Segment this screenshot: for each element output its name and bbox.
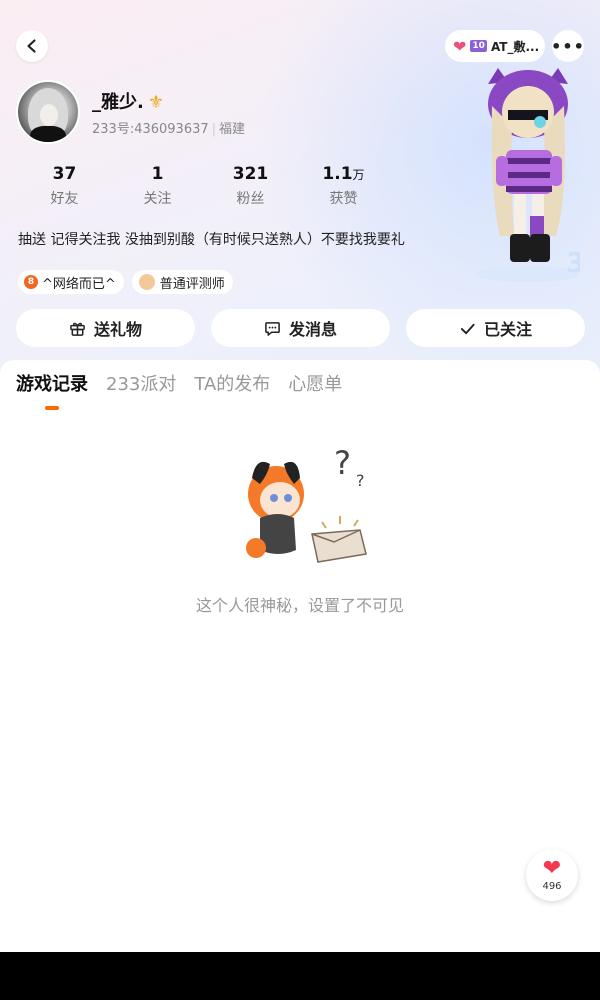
stat-unit: 万 xyxy=(352,168,365,182)
user-location: 福建 xyxy=(219,122,246,137)
tab-233-party[interactable]: 233派对 xyxy=(106,370,176,396)
tab-ta-posts[interactable]: TA的发布 xyxy=(194,370,270,396)
stats-row: 37 好友 1 关注 321 粉丝 1.1万 获赞 xyxy=(18,164,390,208)
reviewer-avatar-icon xyxy=(137,273,156,291)
stat-value: 1 xyxy=(151,164,164,184)
tag-label: 普通评测师 xyxy=(159,276,225,292)
stat-label: 粉丝 xyxy=(236,191,265,207)
back-button[interactable] xyxy=(16,30,48,62)
stat-value: 321 xyxy=(232,164,269,184)
tab-bar: 游戏记录 233派对 TA的发布 心愿单 xyxy=(16,370,342,396)
svg-text:33: 33 xyxy=(566,246,580,279)
user-bio: 抽送 记得关注我 没抽到别酸（有时候只送熟人）不要找我要礼 xyxy=(18,232,405,248)
tag-label: ^网络而已^ xyxy=(42,276,116,292)
fleur-de-lis-icon: ⚜ xyxy=(147,92,164,113)
user-name-text: _雅少. xyxy=(92,92,144,113)
avatar-3d-character[interactable]: 33 xyxy=(470,66,580,286)
tab-game-records[interactable]: 游戏记录 xyxy=(16,370,88,396)
level-badge: 10 xyxy=(470,40,487,52)
avatar[interactable] xyxy=(16,80,80,144)
stat-label: 好友 xyxy=(50,191,79,207)
user-id-line: 233号:436093637 | 福建 xyxy=(92,122,246,137)
group-icon: 8 xyxy=(24,275,38,289)
stat-value: 37 xyxy=(52,164,77,184)
stat-label: 关注 xyxy=(143,191,172,207)
chat-bubble-icon xyxy=(265,321,280,336)
heart-icon: ❤ xyxy=(542,855,562,881)
send-message-label: 发消息 xyxy=(288,320,337,339)
send-gift-label: 送礼物 xyxy=(93,320,142,339)
svg-text:?: ? xyxy=(356,471,365,490)
stat-friends[interactable]: 37 好友 xyxy=(18,164,111,208)
profile-screen: ❤ 10 AT_敷... ••• _雅少. ⚜ 233号:436093637 | 福建… xyxy=(0,0,600,952)
system-nav-bar xyxy=(0,952,600,1000)
empty-state-illustration: ? ? xyxy=(246,444,367,563)
gift-icon xyxy=(70,322,85,336)
friend-intimacy-pill[interactable]: ❤ 10 AT_敷... xyxy=(445,30,545,62)
friend-name: AT_敷... xyxy=(490,39,540,54)
tab-wishlist[interactable]: 心愿单 xyxy=(288,370,342,396)
stat-following[interactable]: 1 关注 xyxy=(111,164,204,208)
user-id: 233号:436093637 xyxy=(92,122,209,137)
followed-button[interactable]: 已关注 xyxy=(406,309,585,347)
like-count: 496 xyxy=(542,880,562,892)
chevron-left-icon xyxy=(27,39,36,53)
svg-text:?: ? xyxy=(334,444,351,482)
action-buttons: 送礼物 发消息 已关注 xyxy=(16,309,585,347)
send-gift-button[interactable]: 送礼物 xyxy=(16,309,195,347)
stat-fans[interactable]: 321 粉丝 xyxy=(204,164,297,208)
send-message-button[interactable]: 发消息 xyxy=(211,309,390,347)
more-options-button[interactable]: ••• xyxy=(551,30,585,62)
heart-icon: ❤ xyxy=(453,36,467,56)
content-panel: 游戏记录 233派对 TA的发布 心愿单 ? ? 这个人很神秘，设置了不可见 ❤ xyxy=(0,360,600,952)
checkmark-icon xyxy=(460,323,475,334)
like-button[interactable]: ❤ 496 xyxy=(526,849,578,901)
stat-likes[interactable]: 1.1万 获赞 xyxy=(297,164,390,208)
followed-label: 已关注 xyxy=(483,320,532,339)
tag-list: 8 ^网络而已^ 普通评测师 xyxy=(18,270,233,294)
empty-state-text: 这个人很神秘，设置了不可见 xyxy=(195,596,404,615)
stat-value: 1.1 xyxy=(322,164,353,184)
tag-reviewer[interactable]: 普通评测师 xyxy=(131,270,233,294)
user-name: _雅少. ⚜ xyxy=(92,88,164,114)
stat-label: 获赞 xyxy=(329,191,358,207)
more-dots-icon: ••• xyxy=(551,36,585,56)
tag-group[interactable]: 8 ^网络而已^ xyxy=(18,270,124,294)
